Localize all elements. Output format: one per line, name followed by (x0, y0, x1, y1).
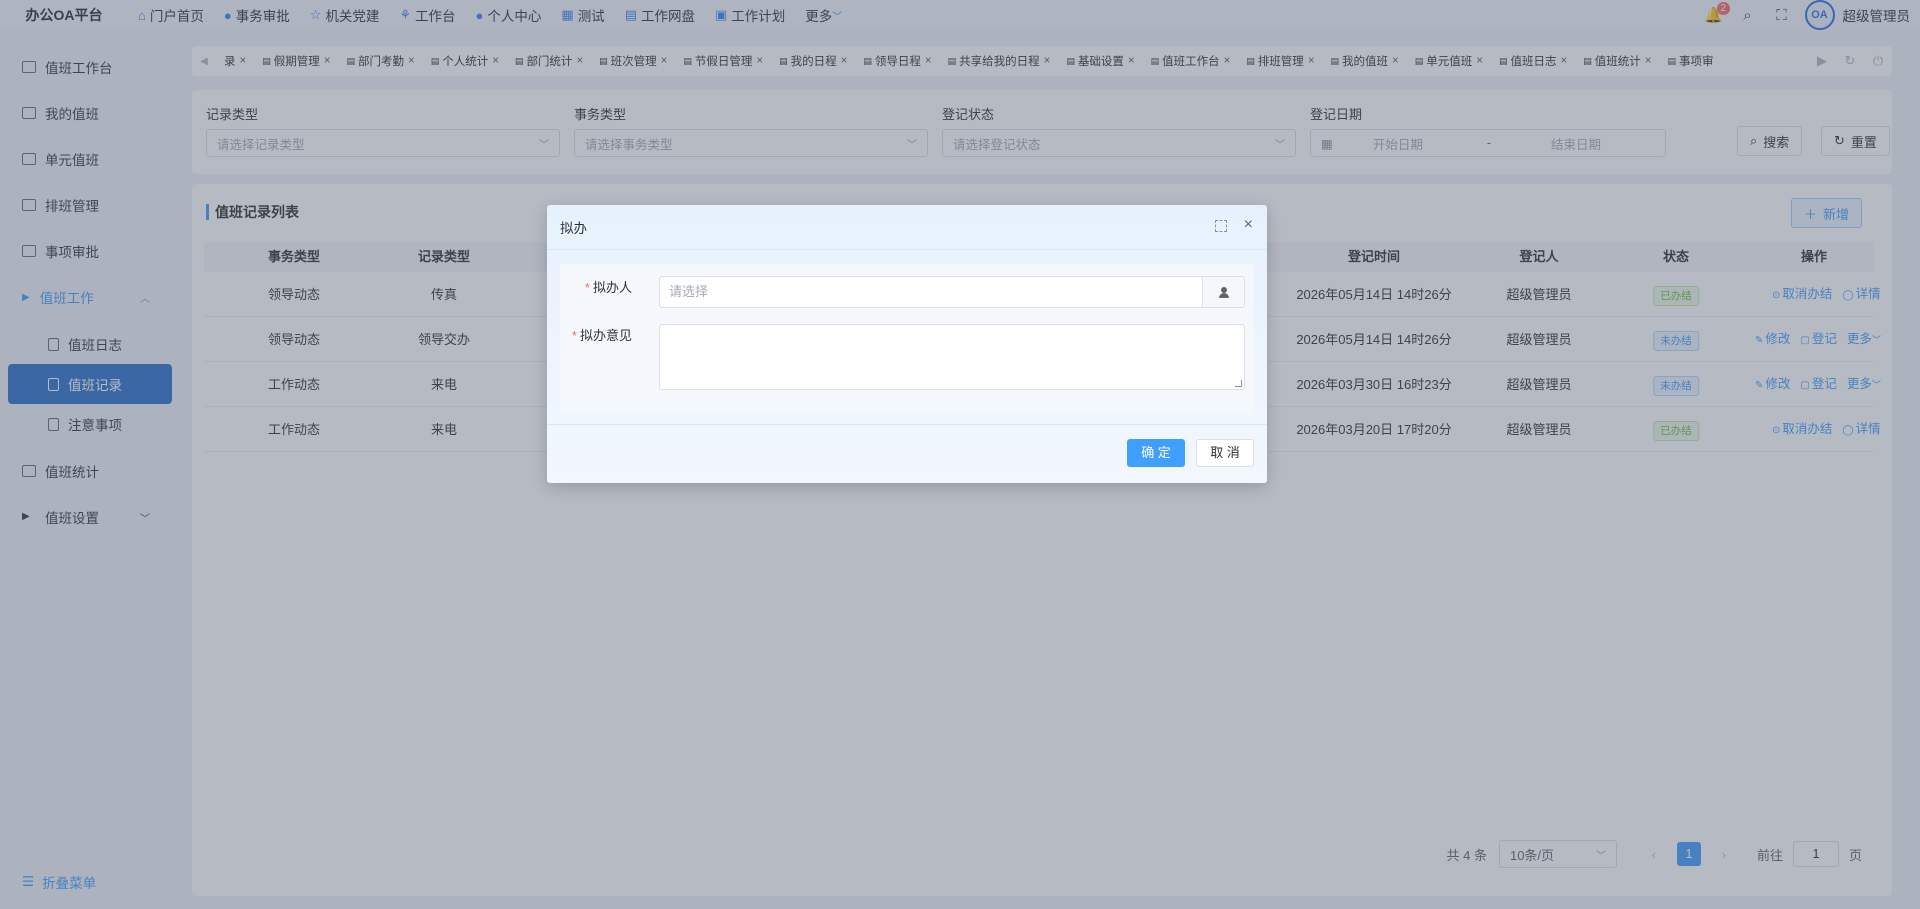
cancel-button[interactable]: 取 消 (1196, 439, 1254, 467)
dialog-title: 拟办 (560, 221, 587, 236)
assignee-label: * 拟办人 (584, 280, 632, 295)
opinion-label: * 拟办意见 (571, 328, 632, 343)
opinion-row: * 拟办意见 (560, 324, 642, 348)
draft-handling-dialog: 拟办 × * 拟办人 请选择 * 拟办意见 确 定 取 消 (547, 205, 1267, 483)
confirm-button[interactable]: 确 定 (1127, 439, 1185, 467)
dialog-header: 拟办 × (547, 205, 1267, 250)
close-icon[interactable]: × (1244, 216, 1253, 234)
user-icon (1218, 286, 1229, 298)
assignee-row: * 拟办人 (560, 276, 642, 300)
maximize-icon[interactable] (1215, 220, 1227, 232)
dialog-footer: 确 定 取 消 (547, 424, 1267, 483)
pick-user-button[interactable] (1203, 276, 1245, 308)
assignee-input[interactable]: 请选择 (659, 276, 1203, 308)
dialog-body: * 拟办人 请选择 * 拟办意见 (560, 264, 1254, 414)
opinion-textarea[interactable] (659, 324, 1245, 390)
